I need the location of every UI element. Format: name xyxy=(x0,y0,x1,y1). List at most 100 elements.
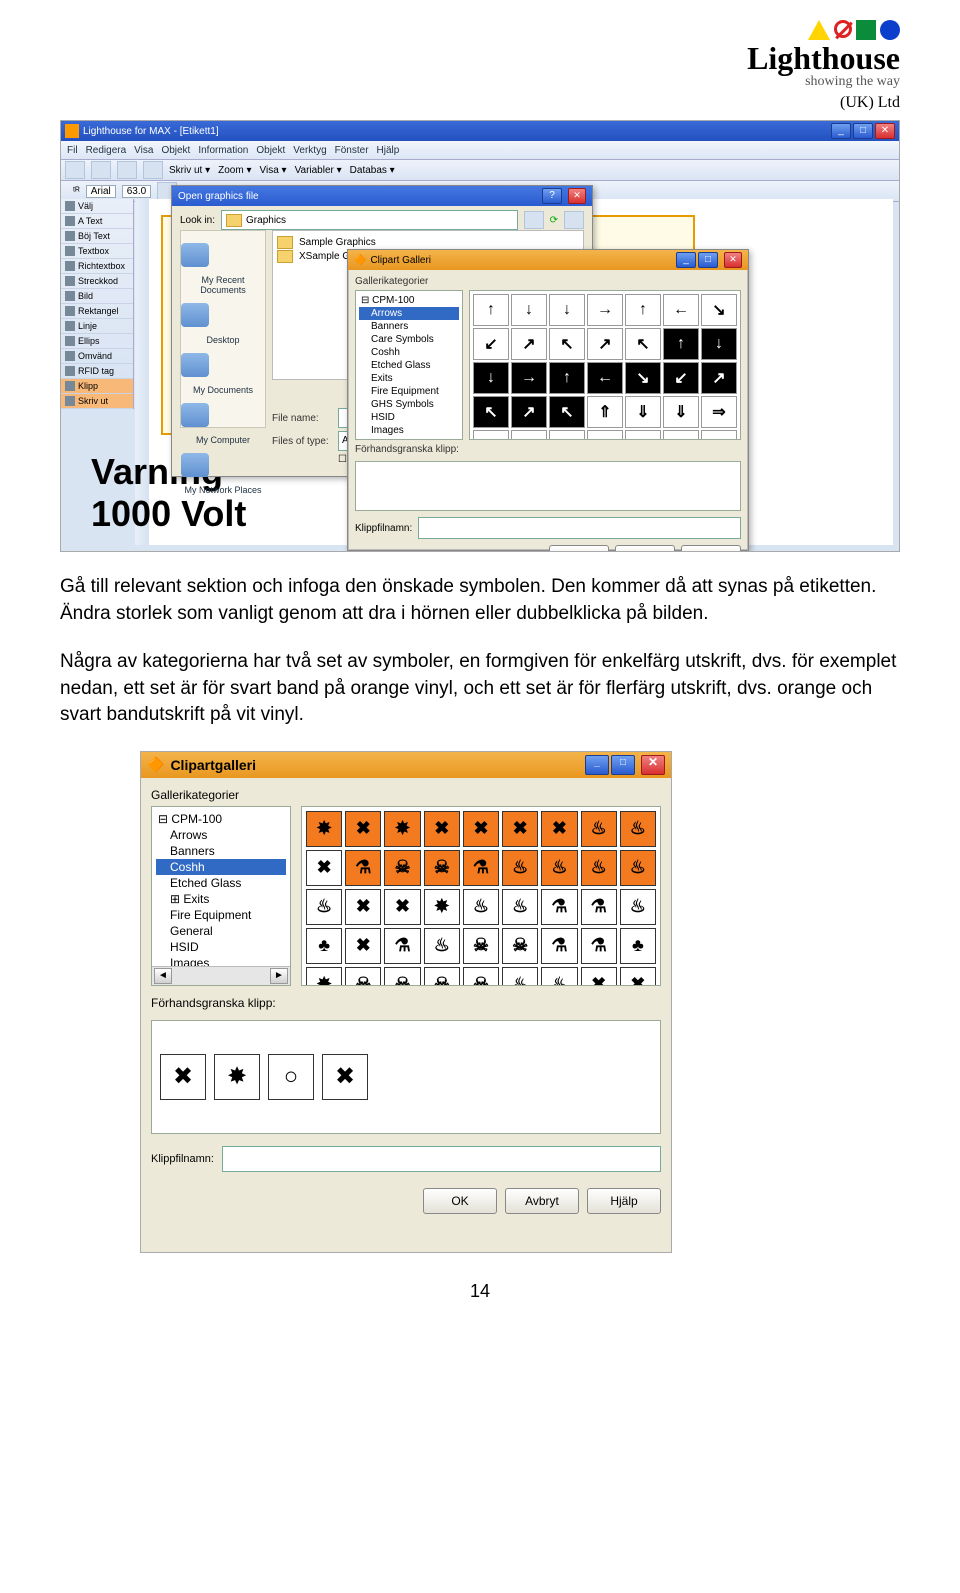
clipart-cell[interactable]: ⇑ xyxy=(473,430,509,440)
hazard-cell[interactable]: ☠ xyxy=(463,928,499,964)
menu-item[interactable]: Visa xyxy=(134,145,153,156)
tool-item[interactable]: Richtextbox xyxy=(61,259,133,274)
hazard-cell[interactable]: ✖ xyxy=(463,811,499,847)
hazard-cell[interactable]: ⚗ xyxy=(384,928,420,964)
clipart-cell[interactable]: ↖ xyxy=(473,396,509,428)
minimize-button[interactable]: _ xyxy=(585,755,609,775)
scroll-left[interactable]: ◄ xyxy=(154,968,172,984)
hazard-cell[interactable]: ✖ xyxy=(581,967,617,986)
hazard-cell[interactable]: ♣ xyxy=(306,928,342,964)
help-button[interactable]: Hjälp xyxy=(587,1188,661,1214)
clipart-cell[interactable]: ↗ xyxy=(587,328,623,360)
refresh-icon[interactable]: ⟳ xyxy=(550,215,558,226)
clipart-cell[interactable]: ⇑ xyxy=(587,396,623,428)
clipart-cell[interactable]: ← xyxy=(587,362,623,394)
lookin-combo[interactable]: Graphics xyxy=(221,210,518,230)
toolbar-item[interactable]: Zoom ▾ xyxy=(218,165,251,176)
hazard-cell[interactable]: ⚗ xyxy=(581,889,617,925)
clipart-cell[interactable]: → xyxy=(511,362,547,394)
tree-item[interactable]: General xyxy=(156,923,286,939)
hazard-cell[interactable]: ☠ xyxy=(384,967,420,986)
hazard-cell[interactable]: ⚗ xyxy=(463,850,499,886)
hazard-cell[interactable]: ✖ xyxy=(541,811,577,847)
clipart-cell[interactable]: ⇓ xyxy=(625,396,661,428)
tree-item[interactable]: Fire Equipment xyxy=(156,907,286,923)
hazard-cell[interactable]: ☠ xyxy=(345,967,381,986)
toolbar-item[interactable]: Skriv ut ▾ xyxy=(169,165,210,176)
tool-item[interactable]: Klipp xyxy=(61,379,133,394)
clipart-cell[interactable]: ⇐ xyxy=(511,430,547,440)
scroll-right[interactable]: ► xyxy=(270,968,288,984)
help-button[interactable]: ? xyxy=(542,188,562,204)
tool-item[interactable]: Omvänd xyxy=(61,349,133,364)
cancel-button[interactable]: Avbryt xyxy=(615,545,675,552)
hazard-cell[interactable]: ♨ xyxy=(620,811,656,847)
clipart-cell[interactable]: ↑ xyxy=(663,328,699,360)
clipart-grid[interactable]: ✸✖✸✖✖✖✖♨♨✖⚗☠☠⚗♨♨♨♨♨✖✖✸♨♨⚗⚗♨♣✖⚗♨☠☠⚗⚗♣✸☠☠☠… xyxy=(301,806,661,986)
ok-button[interactable]: OK xyxy=(549,545,609,552)
ok-button[interactable]: OK xyxy=(423,1188,497,1214)
dialog-titlebar[interactable]: 🔶 Clipart Galleri _ □ ✕ xyxy=(348,250,748,270)
minimize-button[interactable]: _ xyxy=(831,123,851,139)
dialog-titlebar[interactable]: Open graphics file ? ✕ xyxy=(172,186,592,206)
clipart-cell[interactable]: ⇒ xyxy=(701,396,737,428)
hazard-cell[interactable]: ♨ xyxy=(306,889,342,925)
hazard-cell[interactable]: ✖ xyxy=(384,889,420,925)
tree-item[interactable]: Coshh xyxy=(359,346,459,359)
tree-item[interactable]: Exits xyxy=(359,372,459,385)
tool-item[interactable]: Bild xyxy=(61,289,133,304)
clipart-cell[interactable]: ↑ xyxy=(549,362,585,394)
view-button[interactable] xyxy=(564,211,584,229)
tree-item[interactable]: ⊞ Exits xyxy=(156,891,286,907)
places-bar[interactable]: My Recent DocumentsDesktopMy DocumentsMy… xyxy=(180,230,266,428)
close-button[interactable]: ✕ xyxy=(875,123,895,139)
clipart-cell[interactable]: ↖ xyxy=(625,328,661,360)
back-button[interactable] xyxy=(524,211,544,229)
tree-item[interactable]: Fire Equipment xyxy=(359,385,459,398)
hazard-cell[interactable]: ☠ xyxy=(424,850,460,886)
tool-item[interactable]: Böj Text xyxy=(61,229,133,244)
clipart-cell[interactable]: → xyxy=(625,430,661,440)
hazard-cell[interactable]: ✖ xyxy=(345,928,381,964)
place-item[interactable]: My Computer xyxy=(181,403,265,445)
hazard-cell[interactable]: ✸ xyxy=(306,811,342,847)
menu-item[interactable]: Redigera xyxy=(86,145,127,156)
tree-item[interactable]: Etched Glass xyxy=(359,359,459,372)
toolbar-button[interactable] xyxy=(91,161,111,179)
toolbar-button[interactable] xyxy=(117,161,137,179)
menu-item[interactable]: Information xyxy=(198,145,248,156)
hazard-cell[interactable]: ♨ xyxy=(541,967,577,986)
hazard-cell[interactable]: ✖ xyxy=(345,811,381,847)
clipart-cell[interactable]: ⇓ xyxy=(663,396,699,428)
tool-item[interactable]: Streckkod xyxy=(61,274,133,289)
category-tree[interactable]: ⊟ CPM-100ArrowsBannersCare SymbolsCoshhE… xyxy=(355,290,463,440)
hazard-cell[interactable]: ♨ xyxy=(581,811,617,847)
filename-input[interactable] xyxy=(222,1146,661,1172)
clipart-cell[interactable]: ↑ xyxy=(625,294,661,326)
maximize-button[interactable]: □ xyxy=(611,755,635,775)
hazard-cell[interactable]: ♨ xyxy=(581,850,617,886)
hazard-cell[interactable]: ✖ xyxy=(306,850,342,886)
hazard-cell[interactable]: ✖ xyxy=(620,967,656,986)
hazard-cell[interactable]: ☠ xyxy=(463,967,499,986)
hazard-cell[interactable]: ✸ xyxy=(384,811,420,847)
file-item[interactable]: Sample Graphics xyxy=(277,236,579,249)
place-item[interactable]: My Recent Documents xyxy=(181,243,265,295)
toolbar-1[interactable]: Skriv ut ▾Zoom ▾Visa ▾Variabler ▾Databas… xyxy=(61,160,899,181)
toolbar-button[interactable] xyxy=(65,161,85,179)
close-button[interactable]: ✕ xyxy=(641,755,665,775)
clipart-cell[interactable]: ↘ xyxy=(701,294,737,326)
clipart-cell[interactable]: ↙ xyxy=(473,328,509,360)
hazard-cell[interactable]: ⚗ xyxy=(581,928,617,964)
hazard-cell[interactable]: ♨ xyxy=(502,889,538,925)
clipart-cell[interactable]: → xyxy=(587,294,623,326)
font-selector[interactable]: Arial xyxy=(86,185,116,198)
tool-item[interactable]: RFID tag xyxy=(61,364,133,379)
clipart-cell[interactable]: ↙ xyxy=(663,362,699,394)
hazard-cell[interactable]: ♨ xyxy=(620,850,656,886)
toolbar-item[interactable]: Variabler ▾ xyxy=(295,165,342,176)
category-tree[interactable]: ⊟ CPM-100ArrowsBannersCoshhEtched Glass⊞… xyxy=(151,806,291,986)
hazard-cell[interactable]: ☠ xyxy=(424,967,460,986)
clipart-cell[interactable]: ← xyxy=(587,430,623,440)
maximize-button[interactable]: □ xyxy=(698,252,718,268)
